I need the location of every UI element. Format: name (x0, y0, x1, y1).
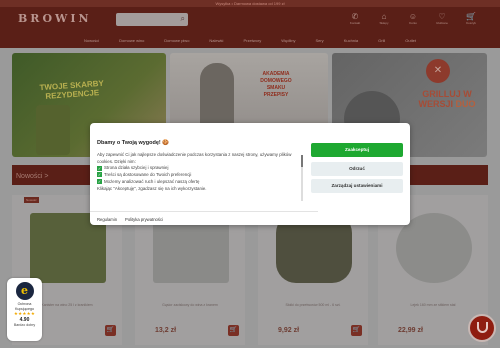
contact-label: Kontakt (349, 21, 361, 25)
contact-button[interactable]: ✆ Kontakt (348, 12, 362, 25)
favorites-label: Ulubione (436, 21, 448, 25)
trusted-shops-logo-icon: e (15, 282, 34, 300)
nav-item-kitchen[interactable]: Kuchnia (344, 33, 358, 48)
cookie-links: Regulamin Polityka prywatności (97, 217, 163, 222)
product-name[interactable]: Lejek 160 mm ze sitkiem stal (384, 303, 482, 308)
search-icon[interactable]: ⌕ (181, 14, 185, 24)
check-icon: ✓ (97, 179, 102, 185)
scrollbar-thumb[interactable] (301, 155, 303, 167)
top-info-bar: Wysyłka • Darmowa dostawa od 199 zł (0, 0, 500, 7)
favorites-button[interactable]: ♡ Ulubione (435, 12, 449, 25)
cookie-point: Treści są dostosowane do Twoich preferen… (104, 172, 192, 178)
site-logo[interactable]: BROWIN (18, 12, 92, 25)
user-icon: ☺ (408, 12, 418, 21)
chat-icon (477, 322, 488, 333)
cookie-consent-dialog: Dbamy o Twoją wygodę! 🍪 Aby zapewnić Ci … (90, 123, 410, 225)
search-input[interactable]: ⌕ (116, 13, 188, 26)
cookie-text-scrollbar[interactable] (301, 155, 303, 201)
privacy-policy-link[interactable]: Polityka prywatności (125, 217, 163, 222)
terms-link[interactable]: Regulamin (97, 217, 117, 222)
new-badge: Nowość (24, 197, 39, 203)
add-to-cart-button[interactable]: 🛒 (105, 325, 116, 336)
cart-icon: 🛒 (466, 12, 476, 21)
banner-title-highlight: DUO (455, 99, 476, 109)
rating-quality: Bardzo dobry (13, 323, 36, 327)
cart-label: Koszyk (466, 21, 476, 25)
accept-cookies-button[interactable]: Zaakceptuj (311, 143, 403, 157)
nav-item-wine[interactable]: Domowe wino (119, 33, 144, 48)
product-name[interactable]: Gąsior zaciskowy do wina z kranem (141, 303, 239, 308)
banner-title: AKADEMIA DOMOWEGO SMAKU PRZEPISY (260, 71, 292, 98)
check-icon: ✓ (97, 172, 102, 178)
reject-cookies-button[interactable]: Odrzuć (311, 162, 403, 176)
nav-item-meats[interactable]: Wędliny (281, 33, 295, 48)
site-header: BROWIN ⌕ ✆ Kontakt ⌂ Sklepy ☺ Konto ♡ Ulubio… (0, 7, 500, 33)
divider (90, 211, 318, 212)
nav-item-preserves[interactable]: Przetwory (243, 33, 261, 48)
product-name[interactable]: Słoiki do przetworów 500 ml - 6 szt. (264, 303, 362, 308)
banner-title: GRILLUJ W WERSJI DUO (418, 89, 476, 109)
account-label: Konto (409, 21, 417, 25)
nav-item-new[interactable]: Nowości (84, 33, 99, 48)
cookie-outro: Klikając "Akceptuję", zgadzasz się na ic… (97, 185, 207, 191)
add-to-cart-button[interactable]: 🛒 (351, 325, 362, 336)
product-price: 9,92 zł (278, 327, 300, 334)
banner-title: TWOJE SKARBY REZYDENCJE (39, 78, 105, 101)
phone-icon: ✆ (351, 12, 359, 21)
jar-image (36, 105, 70, 155)
cookie-intro: Aby zapewnić Ci jak najlepsze doświadcze… (97, 152, 292, 164)
stores-button[interactable]: ⌂ Sklepy (377, 12, 391, 25)
section-title: Nowości > (16, 173, 49, 180)
cookie-text: Aby zapewnić Ci jak najlepsze doświadcze… (97, 152, 299, 199)
nav-item-beer[interactable]: Domowe piwo (164, 33, 189, 48)
cart-button[interactable]: 🛒 Koszyk (464, 12, 478, 25)
manage-cookies-button[interactable]: Zarządzaj ustawieniami (311, 179, 403, 193)
chat-button[interactable] (468, 314, 496, 342)
store-icon: ⌂ (381, 12, 387, 21)
stores-label: Sklepy (379, 21, 389, 25)
nav-item-liqueurs[interactable]: Nalewki (209, 33, 223, 48)
top-info-text: Wysyłka • Darmowa dostawa od 199 zł (215, 1, 285, 6)
cookie-point: Strona działa szybciej i sprawniej (104, 165, 169, 171)
nav-item-cheese[interactable]: Sery (315, 33, 323, 48)
nav-item-outlet[interactable]: Outlet (405, 33, 416, 48)
account-button[interactable]: ☺ Konto (406, 12, 420, 25)
cookie-title: Dbamy o Twoją wygodę! 🍪 (97, 140, 170, 146)
main-nav: Nowości Domowe wino Domowe piwo Nalewki … (0, 33, 500, 48)
check-icon: ✓ (97, 165, 102, 171)
product-price: 22,99 zł (398, 327, 423, 334)
grill-tools-icon: ✕ (426, 59, 450, 83)
nav-item-grill[interactable]: Grill (378, 33, 385, 48)
add-to-cart-button[interactable]: 🛒 (228, 325, 239, 336)
heart-icon: ♡ (438, 12, 446, 21)
trusted-shops-badge[interactable]: e Ochrona Kupującego ★★★★★ 4.90 Bardzo d… (7, 278, 42, 341)
cookie-point: Możemy analizować ruch i ulepszać naszą … (104, 178, 200, 184)
product-price: 13,2 zł (155, 327, 177, 334)
